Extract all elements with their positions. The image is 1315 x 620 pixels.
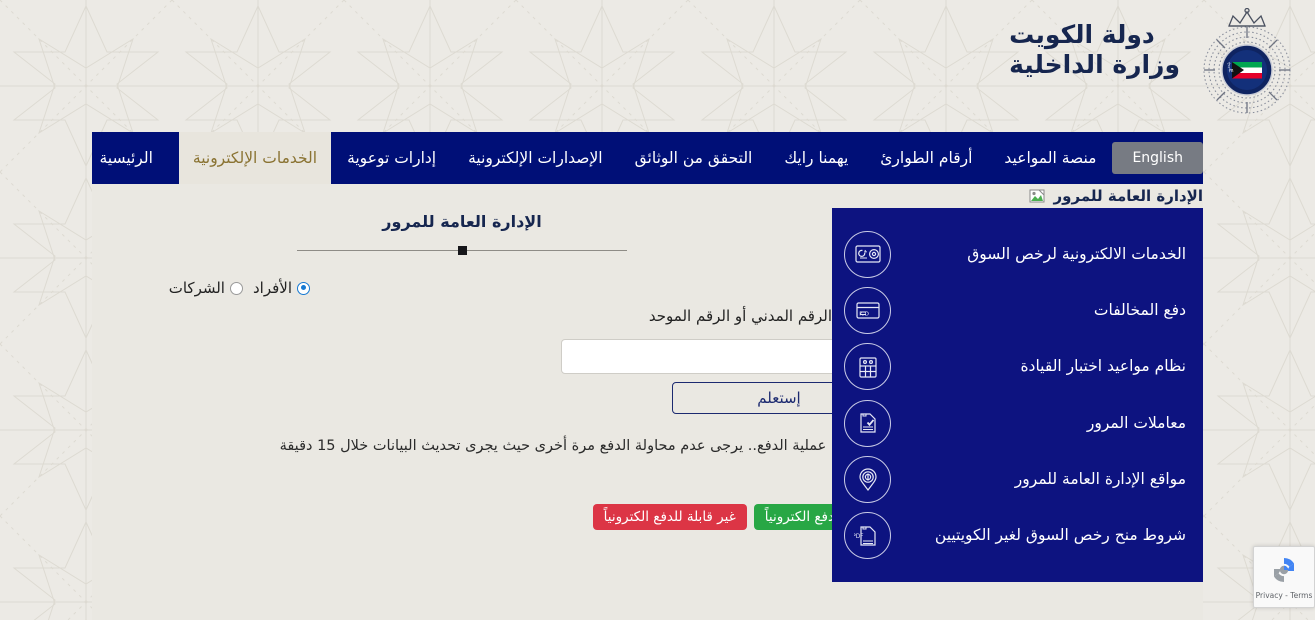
page-title: الإدارة العامة للمرور: [382, 212, 542, 231]
radio-option-individuals[interactable]: الأفراد: [253, 279, 310, 297]
service-label: معاملات المرور: [1086, 413, 1186, 432]
content-container: الإدارة العامة للمرور الخدمات الالكتروني…: [92, 184, 1203, 620]
brand-block: دولة الكويت وزارة الداخلية: [1009, 20, 1180, 79]
payment-card-kd-icon: K.D: [844, 286, 891, 334]
document-check-icon: [844, 399, 891, 447]
service-item-traffic-transactions[interactable]: معاملات المرور: [832, 395, 1203, 451]
site-header: دولة الكويت وزارة الداخلية E شر: [0, 0, 1315, 132]
license-card-icon: [844, 230, 891, 278]
breadcrumb: الإدارة العامة للمرور: [1021, 184, 1203, 208]
civil-id-field-label: الرقم المدني أو الرقم الموحد: [648, 307, 832, 325]
divider-marker: [458, 246, 467, 255]
nav-item-e-services[interactable]: الخدمات الإلكترونية: [178, 132, 332, 184]
location-pin-icon: [844, 456, 891, 504]
broken-image-icon: [1029, 188, 1046, 205]
nav-item-appointments[interactable]: منصة المواعيد: [988, 132, 1112, 184]
service-item-driving-license-eservices[interactable]: الخدمات الالكترونية لرخص السوق: [832, 226, 1203, 282]
service-label: الخدمات الالكترونية لرخص السوق: [967, 244, 1186, 263]
brand-country: دولة الكويت: [1009, 20, 1155, 49]
svg-text:K.D: K.D: [859, 312, 869, 318]
main-navigation: English منصة المواعيد أرقام الطوارئ يهمن…: [92, 132, 1203, 184]
language-toggle-button[interactable]: English: [1112, 142, 1203, 174]
nav-item-verify-documents[interactable]: التحقق من الوثائق: [619, 132, 769, 184]
service-item-driving-test-appointments[interactable]: نظام مواعيد اختبار القيادة: [832, 339, 1203, 395]
service-label: مواقع الإدارة العامة للمرور: [1014, 470, 1186, 489]
nav-item-awareness[interactable]: إدارات توعوية: [331, 132, 452, 184]
pdf-document-icon: PDF: [844, 512, 891, 560]
payment-notice: بعد إجراء عملية الدفع.. يرجى عدم محاولة …: [279, 438, 886, 454]
recaptcha-terms-label[interactable]: Privacy - Terms: [1256, 591, 1313, 600]
radio-label-companies: الشركات: [168, 279, 225, 297]
service-label: نظام مواعيد اختبار القيادة: [1020, 357, 1186, 376]
calendar-icon: [844, 343, 891, 391]
payment-legend: قابلة للدفع الكترونياً غير قابلة للدفع ا…: [92, 504, 886, 530]
title-divider: [297, 245, 627, 255]
radio-label-individuals: الأفراد: [252, 279, 292, 297]
radio-option-companies[interactable]: الشركات: [169, 279, 243, 297]
brand-ministry: وزارة الداخلية: [1009, 49, 1180, 79]
nav-item-home[interactable]: الرئيسية: [74, 132, 179, 184]
radio-dot-individuals[interactable]: [297, 281, 310, 295]
nav-item-emergency-numbers[interactable]: أرقام الطوارئ: [864, 132, 988, 184]
nav-item-e-publications[interactable]: الإصدارات الإلكترونية: [452, 132, 619, 184]
recaptcha-icon: [1269, 555, 1299, 589]
kuwait-police-crest-icon: KUWAIT POLICE شرطة الكويت: [1188, 4, 1303, 120]
radio-dot-companies[interactable]: [229, 281, 243, 295]
breadcrumb-label: الإدارة العامة للمرور: [1053, 187, 1203, 205]
service-item-pay-violations[interactable]: دفع المخالفات K.D: [832, 282, 1203, 338]
nav-item-your-opinion[interactable]: يهمنا رايك: [768, 132, 864, 184]
applicant-type-radio-group: الأفراد الشركات: [92, 279, 832, 297]
service-item-traffic-locations[interactable]: مواقع الإدارة العامة للمرور: [832, 452, 1203, 508]
service-label: شروط منح رخص السوق لغير الكويتيين: [934, 526, 1186, 545]
service-label: دفع المخالفات: [1093, 300, 1186, 319]
service-panel: الخدمات الالكترونية لرخص السوق دفع المخا…: [832, 208, 1203, 582]
recaptcha-badge[interactable]: Privacy - Terms: [1253, 546, 1315, 608]
service-item-license-conditions-non-kuwaitis[interactable]: شروط منح رخص السوق لغير الكويتيين PDF: [832, 508, 1203, 564]
legend-badge-non-payable[interactable]: غير قابلة للدفع الكترونياً: [592, 504, 747, 530]
svg-text:PDF: PDF: [854, 534, 864, 540]
inquiry-form: الإدارة العامة للمرور الأفراد الشركات ال…: [92, 200, 886, 600]
